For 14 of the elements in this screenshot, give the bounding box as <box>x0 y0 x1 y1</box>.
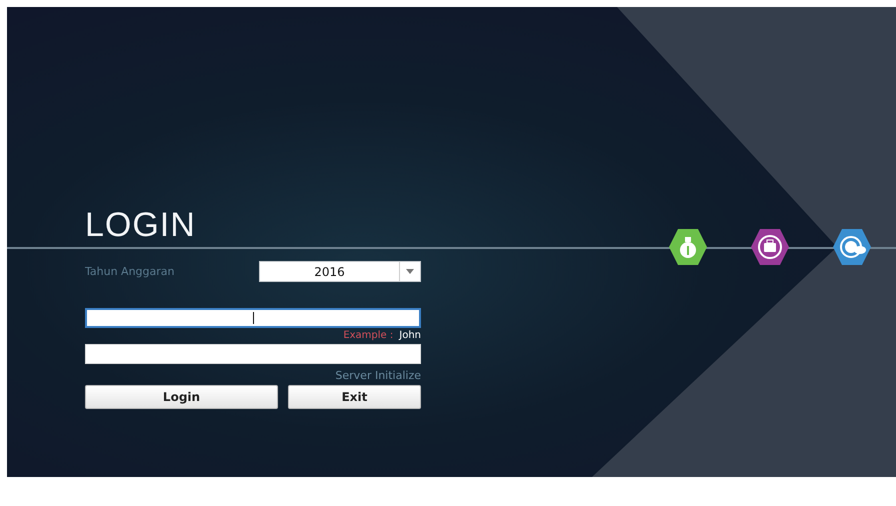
example-label: Example : <box>343 330 394 341</box>
text-caret <box>253 312 254 324</box>
year-dropdown[interactable]: 2016 <box>259 261 421 282</box>
login-button[interactable]: Login <box>85 385 278 409</box>
status-text: Server Initialize <box>335 369 421 382</box>
caret-icon <box>406 269 414 274</box>
year-label: Tahun Anggaran <box>85 265 174 278</box>
example-value: John <box>399 330 421 341</box>
username-field[interactable] <box>85 308 421 328</box>
money-bag-icon <box>668 228 708 266</box>
briefcase-icon <box>750 228 790 266</box>
password-field[interactable] <box>85 344 421 364</box>
login-title: LOGIN <box>85 205 196 245</box>
exit-button[interactable]: Exit <box>288 385 421 409</box>
